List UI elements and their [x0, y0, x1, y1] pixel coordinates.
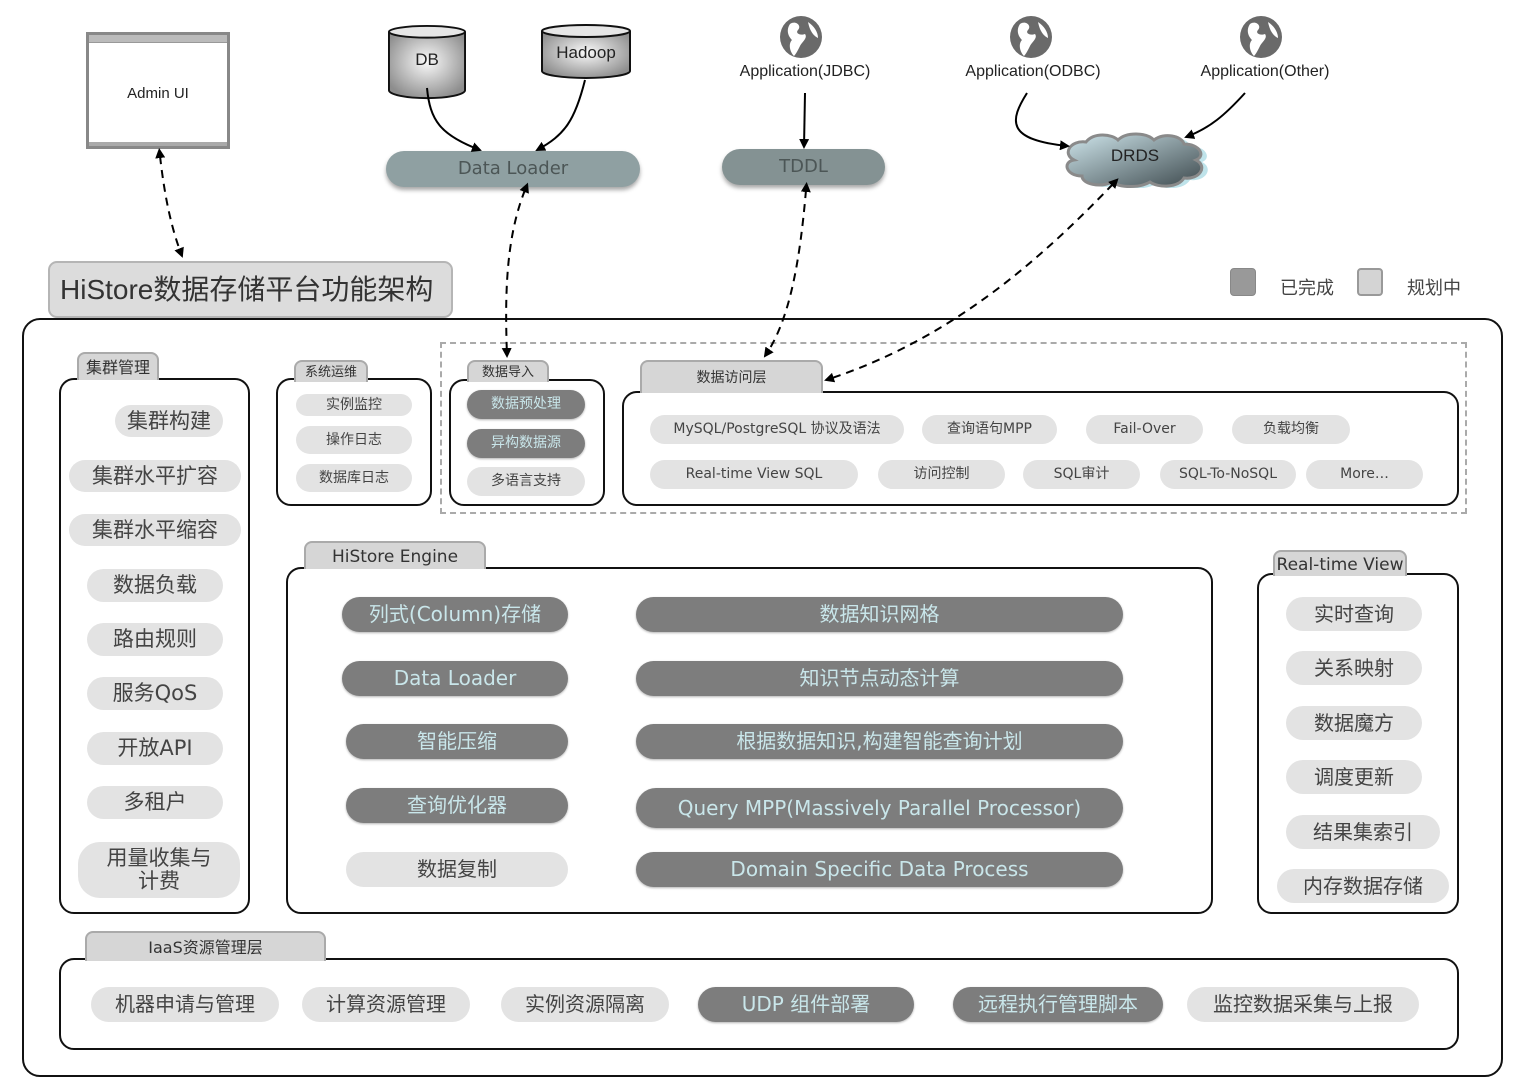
arrow-other-to-drds: [1184, 92, 1246, 139]
chip-query-mpp-engine: Query MPP(Massively Parallel Processor): [636, 788, 1123, 828]
chip-schedule-update: 调度更新: [1286, 760, 1422, 794]
chip-load-balance: 负载均衡: [1232, 415, 1350, 444]
chip-domain-specific-process: Domain Specific Data Process: [636, 852, 1123, 887]
hadoop-node: Hadoop: [540, 23, 632, 81]
chip-cluster-scale-out: 集群水平扩容: [69, 460, 241, 492]
chip-column-storage: 列式(Column)存储: [342, 597, 568, 632]
chip-query-optimizer: 查询优化器: [346, 788, 568, 823]
chip-more[interactable]: More…: [1306, 460, 1423, 489]
chip-mysql-postgresql-protocol: MySQL/PostgreSQL 协议及语法: [650, 415, 904, 444]
group-cluster-management: 集群构建 集群水平扩容 集群水平缩容 数据负载 路由规则 服务QoS 开放API…: [59, 378, 250, 914]
group-data-access-layer: MySQL/PostgreSQL 协议及语法 查询语句MPP Fail-Over…: [622, 391, 1459, 506]
group-system-ops: 实例监控 操作日志 数据库日志: [276, 378, 432, 506]
chip-data-replication: 数据复制: [346, 852, 568, 887]
chip-engine-data-loader: Data Loader: [342, 661, 568, 696]
chip-fail-over: Fail-Over: [1086, 415, 1203, 444]
chip-data-load: 数据负载: [87, 569, 223, 602]
chip-knowledge-grid: 数据知识网格: [636, 597, 1123, 632]
chip-multi-tenant: 多租户: [87, 786, 223, 819]
app-odbc-label: Application(ODBC): [965, 63, 1101, 80]
chip-instance-monitor: 实例监控: [296, 394, 412, 416]
chip-data-preprocess: 数据预处理: [467, 390, 585, 419]
chip-realtime-view-sql: Real-time View SQL: [650, 460, 858, 489]
chip-sql-to-nosql: SQL-To-NoSQL: [1160, 460, 1296, 489]
tab-realtime-view: Real-time View: [1273, 550, 1407, 576]
chip-knowledge-node-compute: 知识节点动态计算: [636, 661, 1123, 696]
app-jdbc-label: Application(JDBC): [739, 63, 871, 80]
legend-label-done: 已完成: [1280, 278, 1334, 299]
tab-histore-engine: HiStore Engine: [304, 541, 486, 569]
globe-icon: [780, 16, 822, 58]
chip-remote-script: 远程执行管理脚本: [953, 987, 1163, 1022]
chip-relation-mapping: 关系映射: [1286, 651, 1422, 685]
chip-cluster-build: 集群构建: [115, 405, 223, 437]
legend-swatch-planned: [1357, 268, 1383, 296]
chip-realtime-query: 实时查询: [1286, 597, 1422, 631]
chip-multi-language: 多语言支持: [467, 467, 585, 496]
hadoop-label: Hadoop: [556, 43, 616, 62]
page-title: HiStore数据存储平台功能架构: [48, 261, 453, 318]
tab-cluster-management: 集群管理: [77, 352, 159, 380]
globe-icon: [1240, 16, 1282, 58]
chip-data-cube: 数据魔方: [1286, 706, 1422, 740]
chip-cluster-scale-in: 集群水平缩容: [69, 514, 241, 546]
app-other-label: Application(Other): [1200, 63, 1330, 80]
legend-label-planned: 规划中: [1407, 278, 1461, 299]
admin-ui-window: Admin UI: [86, 32, 230, 149]
chip-machine-request: 机器申请与管理: [91, 987, 279, 1022]
db-label: DB: [415, 50, 439, 69]
group-histore-engine: 列式(Column)存储 数据知识网格 Data Loader 知识节点动态计算…: [286, 567, 1213, 914]
chip-result-set-index: 结果集索引: [1286, 815, 1440, 849]
group-iaas-layer: 机器申请与管理 计算资源管理 实例资源隔离 UDP 组件部署 远程执行管理脚本 …: [59, 958, 1459, 1050]
globe-icon: [1010, 16, 1052, 58]
arrow-admin-to-platform: [155, 148, 184, 258]
legend-swatch-done: [1230, 268, 1256, 296]
tab-data-import: 数据导入: [467, 360, 549, 382]
chip-heterogeneous-source: 异构数据源: [467, 429, 585, 458]
tab-iaas-layer: IaaS资源管理层: [85, 931, 326, 961]
db-node: DB: [386, 24, 468, 104]
window-bottom-bar: [89, 142, 227, 146]
chip-access-control: 访问控制: [878, 460, 1005, 489]
group-realtime-view: 实时查询 关系映射 数据魔方 调度更新 结果集索引 内存数据存储: [1257, 573, 1459, 914]
chip-query-mpp: 查询语句MPP: [922, 415, 1057, 444]
chip-instance-isolation: 实例资源隔离: [501, 987, 669, 1022]
chip-smart-compression: 智能压缩: [346, 724, 568, 759]
chip-sql-audit: SQL审计: [1023, 460, 1140, 489]
chip-database-log: 数据库日志: [296, 464, 412, 492]
chip-operation-log: 操作日志: [296, 426, 412, 454]
chip-routing-rules: 路由规则: [87, 623, 223, 656]
chip-open-api: 开放API: [87, 732, 223, 765]
data-loader-node: Data Loader: [386, 151, 640, 187]
chip-usage-billing: 用量收集与计费: [78, 842, 240, 898]
chip-udp-deploy: UDP 组件部署: [698, 987, 914, 1022]
drds-label: DRDS: [1110, 146, 1160, 165]
chip-compute-resource: 计算资源管理: [302, 987, 470, 1022]
window-titlebar: [89, 35, 227, 43]
chip-in-memory-storage: 内存数据存储: [1277, 869, 1449, 903]
tddl-node: TDDL: [722, 149, 885, 185]
tab-data-access-layer: 数据访问层: [640, 360, 823, 393]
chip-monitor-report: 监控数据采集与上报: [1187, 987, 1419, 1022]
tab-system-ops: 系统运维: [294, 360, 368, 382]
arrow-jdbc-to-tddl: [799, 92, 810, 149]
admin-ui-label: Admin UI: [127, 85, 189, 102]
arrow-hadoop-to-loader: [535, 79, 586, 151]
chip-service-qos: 服务QoS: [87, 677, 223, 710]
group-data-import: 数据预处理 异构数据源 多语言支持: [449, 379, 605, 506]
chip-smart-query-plan: 根据数据知识,构建智能查询计划: [636, 724, 1123, 759]
